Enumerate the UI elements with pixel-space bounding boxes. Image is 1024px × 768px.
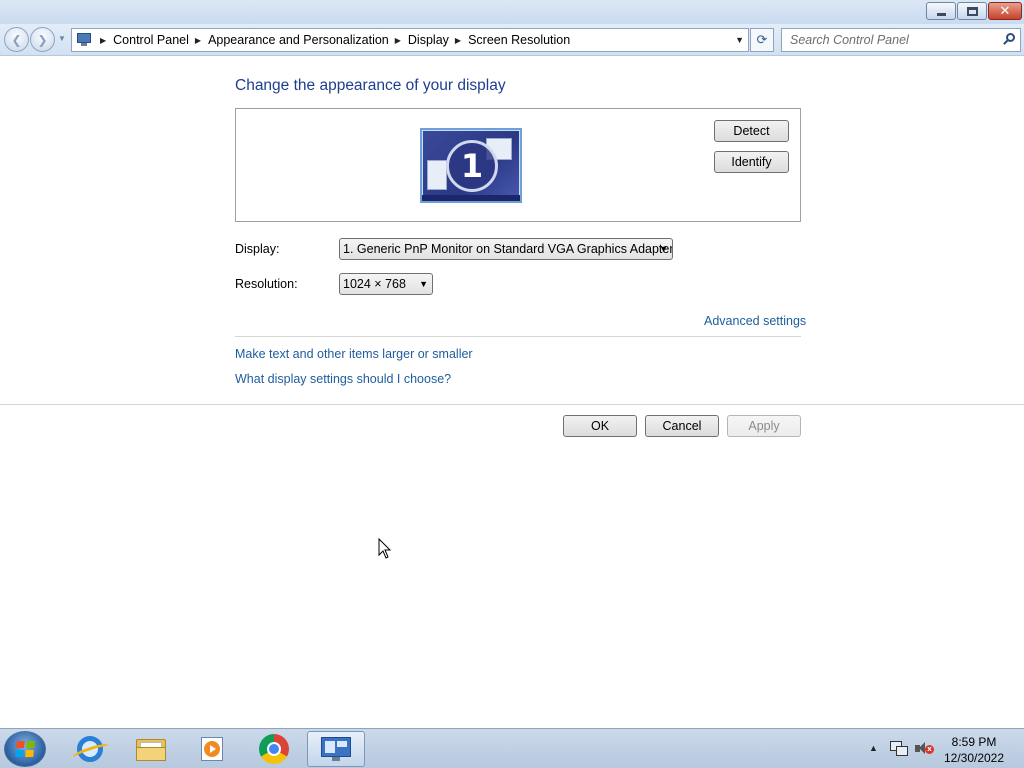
minimize-icon — [936, 12, 946, 16]
identify-button[interactable]: Identify — [714, 151, 789, 173]
breadcrumb-screen-resolution[interactable]: Screen Resolution — [468, 33, 570, 47]
breadcrumb-control-panel[interactable]: Control Panel — [113, 33, 189, 47]
navigation-bar: ❮ ❯ ▼ ▶ Control Panel ▶ Appearance and P… — [0, 24, 1024, 56]
internet-explorer-icon — [77, 736, 103, 762]
resolution-select[interactable]: 1024 × 768 ▼ — [339, 273, 433, 295]
volume-muted-icon[interactable]: x — [915, 741, 934, 757]
divider — [235, 336, 801, 337]
resolution-label: Resolution: — [235, 277, 298, 291]
breadcrumb-appearance[interactable]: Appearance and Personalization — [208, 33, 389, 47]
divider — [0, 404, 1024, 405]
display-settings-icon — [321, 737, 351, 761]
search-input[interactable] — [782, 29, 992, 51]
recent-pages-dropdown-icon[interactable]: ▼ — [58, 34, 66, 43]
close-icon: ✕ — [999, 3, 1011, 19]
taskbar-internet-explorer[interactable] — [61, 731, 119, 767]
display-select[interactable]: 1. Generic PnP Monitor on Standard VGA G… — [339, 238, 673, 260]
taskbar-windows-explorer[interactable] — [122, 731, 180, 767]
forward-button[interactable]: ❯ — [30, 27, 55, 52]
network-icon[interactable] — [890, 741, 908, 757]
back-button[interactable]: ❮ — [4, 27, 29, 52]
media-player-icon — [199, 737, 225, 761]
clock-date: 12/30/2022 — [943, 751, 1005, 765]
advanced-settings-link[interactable]: Advanced settings — [704, 314, 806, 328]
restore-icon — [966, 6, 978, 16]
control-panel-icon — [76, 33, 94, 47]
chevron-down-icon: ▼ — [659, 244, 668, 254]
clock-time: 8:59 PM — [951, 735, 997, 749]
refresh-button[interactable]: ⟳ — [750, 28, 774, 52]
display-help-link[interactable]: What display settings should I choose? — [235, 372, 451, 386]
address-dropdown-icon[interactable]: ▼ — [735, 35, 744, 45]
breadcrumb-separator-icon[interactable]: ▶ — [395, 36, 401, 45]
monitor-1-icon[interactable]: 1 — [420, 128, 522, 203]
show-hidden-icons-icon[interactable]: ▲ — [869, 743, 878, 753]
breadcrumb-separator-icon[interactable]: ▶ — [195, 36, 201, 45]
cancel-button[interactable]: Cancel — [645, 415, 719, 437]
close-button[interactable]: ✕ — [988, 2, 1022, 20]
page-title: Change the appearance of your display — [235, 77, 506, 94]
ok-button[interactable]: OK — [563, 415, 637, 437]
breadcrumb-display[interactable]: Display — [408, 33, 449, 47]
forward-arrow-icon: ❯ — [37, 32, 48, 47]
breadcrumb-separator-icon[interactable]: ▶ — [100, 36, 106, 45]
chrome-icon — [259, 734, 289, 764]
resolution-select-value: 1024 × 768 — [343, 277, 406, 291]
system-clock[interactable]: 8:59 PM 12/30/2022 — [940, 734, 1008, 766]
back-arrow-icon: ❮ — [11, 32, 22, 47]
start-button[interactable] — [4, 731, 46, 767]
search-box[interactable] — [781, 28, 1021, 52]
display-label: Display: — [235, 242, 280, 256]
detect-button[interactable]: Detect — [714, 120, 789, 142]
search-icon[interactable] — [1003, 33, 1015, 47]
title-bar: ✕ — [0, 0, 1024, 24]
mouse-pointer-icon — [378, 538, 392, 559]
chevron-down-icon: ▼ — [419, 279, 428, 289]
apply-button: Apply — [727, 415, 801, 437]
breadcrumb-separator-icon[interactable]: ▶ — [455, 36, 461, 45]
windows-logo-icon — [15, 741, 35, 757]
taskbar-google-chrome[interactable] — [245, 731, 303, 767]
restore-button[interactable] — [957, 2, 987, 20]
taskbar-media-player[interactable] — [183, 731, 241, 767]
folder-icon — [136, 737, 166, 761]
text-size-link[interactable]: Make text and other items larger or smal… — [235, 347, 473, 361]
display-select-value: 1. Generic PnP Monitor on Standard VGA G… — [343, 242, 673, 256]
minimize-button[interactable] — [926, 2, 956, 20]
refresh-icon: ⟳ — [756, 32, 768, 47]
address-bar[interactable]: ▶ Control Panel ▶ Appearance and Persona… — [71, 28, 749, 52]
taskbar-control-panel[interactable] — [307, 731, 365, 767]
taskbar: ▲ x 8:59 PM 12/30/2022 — [0, 728, 1024, 768]
monitor-number: 1 — [446, 140, 498, 192]
